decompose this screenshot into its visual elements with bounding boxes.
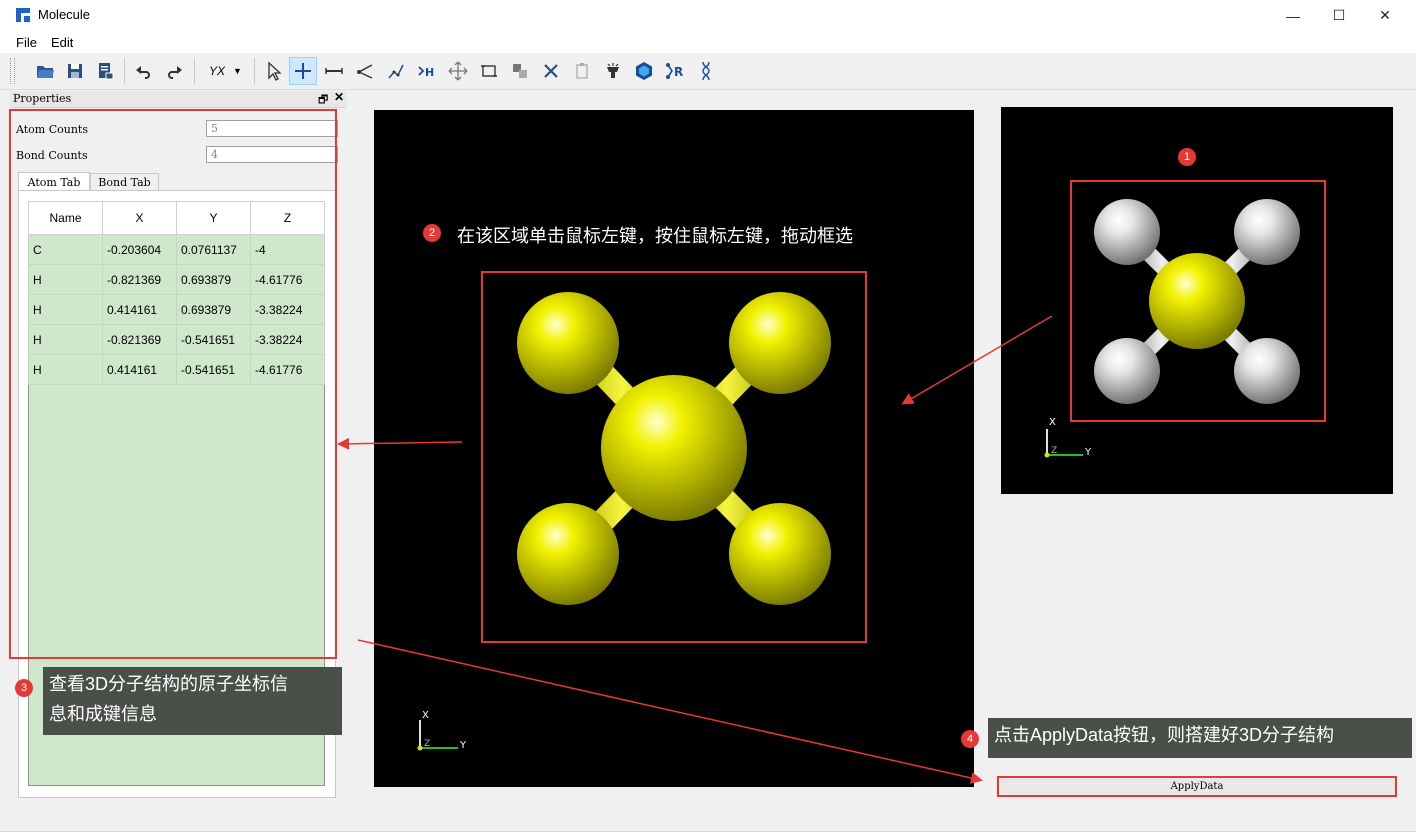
add-hydrogen-icon: H (418, 66, 434, 79)
preview-highlight-box (1070, 180, 1326, 422)
clean-button[interactable] (599, 57, 627, 85)
dna-tool-button[interactable] (692, 57, 720, 85)
axis-x-label: X (422, 710, 429, 721)
chevron-down-icon: ▼ (233, 66, 242, 76)
delete-tool-button[interactable] (537, 57, 565, 85)
close-button[interactable]: ✕ (1362, 0, 1408, 31)
properties-dock-title-bar: Properties 🗗 ✕ (10, 90, 346, 110)
selection-highlight-box (481, 271, 867, 643)
menu-edit[interactable]: Edit (51, 35, 73, 50)
ring-tool-button[interactable] (630, 57, 658, 85)
hexagon-icon (636, 62, 652, 80)
save-as-button[interactable] (91, 57, 119, 85)
toolbar-separator (194, 58, 195, 84)
redo-button[interactable] (160, 57, 188, 85)
instruction-4: 点击ApplyData按钮，则搭建好3D分子结构 (988, 718, 1412, 758)
swap-icon (513, 64, 527, 78)
move-tool-button[interactable] (444, 57, 472, 85)
move-icon (448, 61, 468, 81)
undo-button[interactable] (130, 57, 158, 85)
axis-y-label: Y (459, 740, 467, 751)
axis-triad: X Y Z (417, 710, 467, 751)
axis-x-label: X (1049, 417, 1056, 428)
axis-z-label: Z (1051, 446, 1057, 456)
save-icon (68, 64, 82, 78)
menu-file[interactable]: File (16, 35, 37, 50)
svg-text:R: R (674, 65, 683, 79)
add-hydrogen-button[interactable]: H (413, 57, 441, 85)
axis-y-label: Y (1084, 447, 1092, 458)
dihedral-icon (388, 64, 404, 79)
preview-3d-viewport[interactable]: X Y Z 1 (1001, 107, 1393, 494)
open-button[interactable] (31, 57, 59, 85)
instruction-3-line1: 查看3D分子结构的原子坐标信 (49, 674, 289, 694)
axis-z-label: Z (424, 739, 430, 749)
save-button[interactable] (61, 57, 89, 85)
float-icon[interactable]: 🗗 (318, 91, 328, 110)
instruction-2: 在该区域单击鼠标左键，按住鼠标左键，拖动框选 (457, 226, 853, 246)
angle-icon (357, 64, 373, 79)
toolbar-separator (254, 58, 255, 84)
app-icon (16, 8, 30, 22)
toolbar-separator (124, 58, 125, 84)
bond-length-icon (325, 68, 343, 74)
cross-icon (544, 64, 558, 78)
projection-label: YX (209, 64, 226, 78)
svg-text:H: H (425, 66, 434, 79)
rotate-tool-button[interactable] (475, 57, 503, 85)
step-badge-2: 2 (423, 224, 441, 242)
dna-icon (702, 61, 710, 81)
add-atom-tool-button[interactable] (289, 57, 317, 85)
toolbar-grip[interactable] (10, 58, 15, 84)
apply-data-button[interactable]: ApplyData (997, 776, 1397, 797)
r-group-icon: R (666, 63, 683, 79)
rotate-icon (481, 65, 497, 77)
window-title: Molecule (38, 7, 91, 22)
paste-button[interactable] (568, 57, 596, 85)
properties-title: Properties (13, 92, 72, 105)
instruction-3: 查看3D分子结构的原子坐标信 息和成键信息 (43, 667, 342, 735)
step-badge-1: 1 (1178, 148, 1196, 166)
replace-tool-button[interactable] (506, 57, 534, 85)
instruction-3-line2: 息和成键信息 (49, 704, 157, 724)
clipboard-icon (576, 63, 588, 79)
redo-icon (168, 66, 182, 79)
plus-icon (295, 63, 311, 79)
brush-icon (607, 63, 619, 78)
maximize-button[interactable]: ☐ (1316, 0, 1362, 31)
undo-icon (136, 66, 150, 79)
dihedral-tool-button[interactable] (382, 57, 410, 85)
step-badge-3: 3 (15, 679, 33, 697)
close-icon[interactable]: ✕ (334, 90, 344, 104)
cursor-arrow-icon (268, 61, 282, 81)
step-badge-4: 4 (961, 730, 979, 748)
main-3d-viewport[interactable]: X Y Z 2 在该区域单击鼠标左键，按住鼠标左键，拖动框选 (374, 110, 974, 787)
angle-tool-button[interactable] (351, 57, 379, 85)
projection-dropdown[interactable]: YX ▼ (203, 62, 249, 80)
axis-triad: X Y Z (1044, 417, 1092, 458)
select-tool-button[interactable] (259, 57, 287, 85)
properties-highlight-box (9, 109, 337, 659)
title-bar (0, 0, 1416, 31)
menu-bar (0, 31, 1416, 53)
bond-tool-button[interactable] (320, 57, 348, 85)
folder-open-icon (37, 66, 54, 78)
minimize-button[interactable]: — (1270, 0, 1316, 31)
save-as-icon (99, 63, 114, 80)
r-group-button[interactable]: R (661, 57, 689, 85)
